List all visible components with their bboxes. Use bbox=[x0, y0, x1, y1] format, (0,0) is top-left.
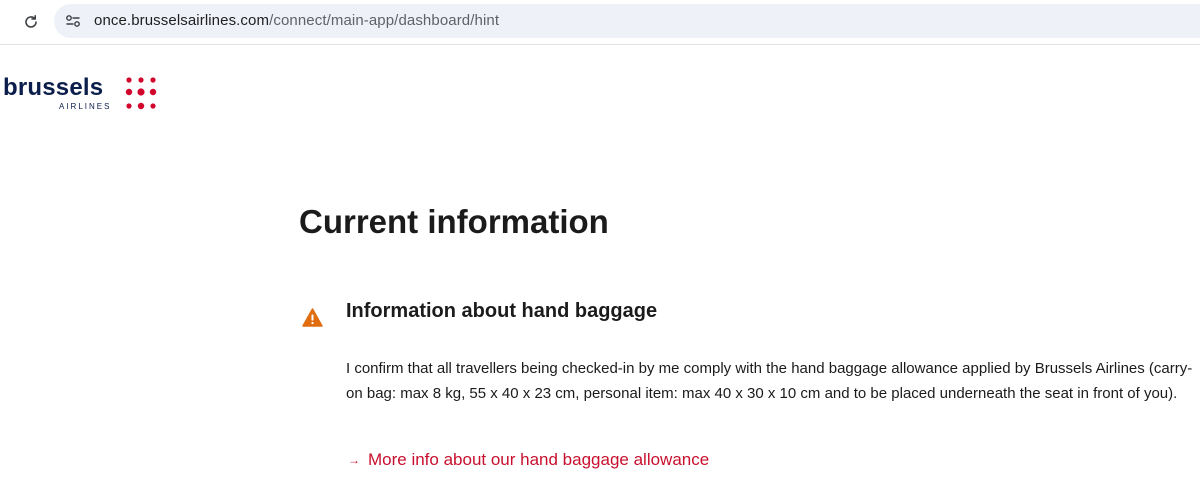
logo-subtitle: AIRLINES bbox=[59, 102, 112, 111]
browser-toolbar: once.brusselsairlines.com/connect/main-a… bbox=[0, 0, 1200, 45]
page-title: Current information bbox=[299, 203, 609, 240]
warning-icon bbox=[302, 308, 323, 327]
url-path: /connect/main-app/dashboard/hint bbox=[269, 12, 500, 29]
reload-icon bbox=[25, 15, 37, 28]
more-info-link-label: More info about our hand baggage allowan… bbox=[368, 450, 710, 469]
more-info-link[interactable]: → More info about our hand baggage allow… bbox=[348, 450, 709, 470]
reload-button[interactable] bbox=[18, 9, 44, 35]
notice-text: I confirm that all travellers being chec… bbox=[346, 360, 1193, 402]
logo-dots-icon bbox=[125, 77, 157, 110]
logo-wordmark: brussels bbox=[3, 74, 104, 101]
arrow-right-icon: → bbox=[348, 453, 360, 467]
tune-icon[interactable] bbox=[64, 12, 82, 30]
url-text[interactable]: once.brusselsairlines.com/connect/main-a… bbox=[94, 12, 499, 29]
notice-title: Information about hand baggage bbox=[346, 300, 658, 322]
address-bar[interactable]: once.brusselsairlines.com/connect/main-a… bbox=[54, 4, 1200, 38]
brussels-airlines-logo[interactable]: brussels AIRLINES bbox=[3, 74, 163, 116]
url-domain: once.brusselsairlines.com bbox=[94, 12, 270, 29]
